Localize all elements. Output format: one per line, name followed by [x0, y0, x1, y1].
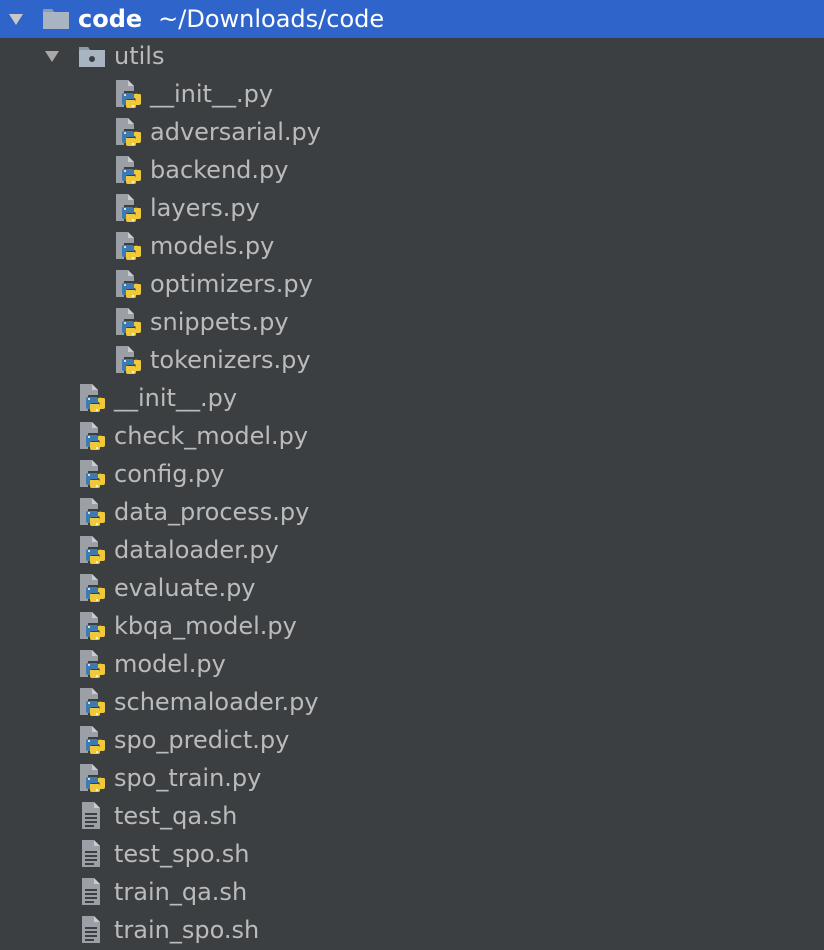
folder-icon: [42, 5, 70, 35]
python-file-icon: [78, 421, 106, 451]
file-name-label: optimizers.py: [150, 270, 313, 298]
tree-row-utils-file-6[interactable]: snippets.py: [0, 303, 824, 341]
chevron-down-icon[interactable]: [42, 46, 62, 66]
file-name-label: schemaloader.py: [114, 688, 319, 716]
python-file-icon: [78, 573, 106, 603]
text-file-icon: [78, 801, 106, 831]
python-file-icon: [114, 155, 142, 185]
python-file-icon: [114, 345, 142, 375]
tree-row-utils-file-4[interactable]: models.py: [0, 227, 824, 265]
python-file-icon: [78, 687, 106, 717]
file-name-label: models.py: [150, 232, 275, 260]
tree-row-utils-file-5[interactable]: optimizers.py: [0, 265, 824, 303]
python-file-icon: [78, 497, 106, 527]
file-name-label: spo_train.py: [114, 764, 262, 792]
tree-row-root[interactable]: code ~/Downloads/code: [0, 0, 824, 38]
python-file-icon: [78, 725, 106, 755]
tree-row-file-5[interactable]: evaluate.py: [0, 569, 824, 607]
tree-row-utils[interactable]: utils: [0, 37, 824, 75]
project-tree: code ~/Downloads/code utils __init__.py ad…: [0, 0, 824, 950]
file-name-label: test_qa.sh: [114, 802, 238, 830]
python-file-icon: [78, 535, 106, 565]
tree-row-file-3[interactable]: data_process.py: [0, 493, 824, 531]
file-name-label: __init__.py: [150, 80, 274, 108]
tree-row-file-11[interactable]: test_qa.sh: [0, 797, 824, 835]
file-name-label: model.py: [114, 650, 226, 678]
file-name-label: train_qa.sh: [114, 878, 248, 906]
chevron-down-icon[interactable]: [6, 9, 26, 29]
tree-row-file-9[interactable]: spo_predict.py: [0, 721, 824, 759]
tree-row-file-7[interactable]: model.py: [0, 645, 824, 683]
file-name-label: snippets.py: [150, 308, 289, 336]
package-folder-icon: [78, 43, 106, 73]
tree-row-file-13[interactable]: train_qa.sh: [0, 873, 824, 911]
text-file-icon: [78, 839, 106, 869]
python-file-icon: [78, 383, 106, 413]
tree-row-file-0[interactable]: __init__.py: [0, 379, 824, 417]
tree-row-file-4[interactable]: dataloader.py: [0, 531, 824, 569]
file-name-label: __init__.py: [114, 384, 238, 412]
python-file-icon: [114, 193, 142, 223]
tree-row-file-6[interactable]: kbqa_model.py: [0, 607, 824, 645]
root-folder-name: code: [78, 5, 143, 33]
file-name-label: tokenizers.py: [150, 346, 311, 374]
python-file-icon: [78, 611, 106, 641]
text-file-icon: [78, 877, 106, 907]
root-folder-label: code ~/Downloads/code: [78, 0, 384, 38]
python-file-icon: [78, 763, 106, 793]
file-name-label: adversarial.py: [150, 118, 321, 146]
tree-row-file-10[interactable]: spo_train.py: [0, 759, 824, 797]
file-name-label: layers.py: [150, 194, 260, 222]
file-name-label: config.py: [114, 460, 225, 488]
python-file-icon: [114, 231, 142, 261]
python-file-icon: [114, 79, 142, 109]
tree-row-utils-file-0[interactable]: __init__.py: [0, 75, 824, 113]
tree-row-file-2[interactable]: config.py: [0, 455, 824, 493]
tree-row-utils-file-1[interactable]: adversarial.py: [0, 113, 824, 151]
file-name-label: test_spo.sh: [114, 840, 250, 868]
file-name-label: train_spo.sh: [114, 916, 260, 944]
file-name-label: backend.py: [150, 156, 289, 184]
file-name-label: evaluate.py: [114, 574, 256, 602]
python-file-icon: [114, 269, 142, 299]
tree-row-utils-file-3[interactable]: layers.py: [0, 189, 824, 227]
utils-folder-label: utils: [114, 42, 165, 70]
python-file-icon: [78, 459, 106, 489]
tree-row-file-1[interactable]: check_model.py: [0, 417, 824, 455]
tree-row-utils-file-2[interactable]: backend.py: [0, 151, 824, 189]
file-name-label: dataloader.py: [114, 536, 279, 564]
file-name-label: spo_predict.py: [114, 726, 290, 754]
text-file-icon: [78, 915, 106, 945]
tree-row-file-12[interactable]: test_spo.sh: [0, 835, 824, 873]
python-file-icon: [114, 307, 142, 337]
tree-row-utils-file-7[interactable]: tokenizers.py: [0, 341, 824, 379]
file-name-label: data_process.py: [114, 498, 310, 526]
file-name-label: check_model.py: [114, 422, 309, 450]
python-file-icon: [114, 117, 142, 147]
root-folder-path: ~/Downloads/code: [158, 5, 385, 33]
tree-row-file-8[interactable]: schemaloader.py: [0, 683, 824, 721]
python-file-icon: [78, 649, 106, 679]
file-name-label: kbqa_model.py: [114, 612, 297, 640]
tree-row-file-14[interactable]: train_spo.sh: [0, 911, 824, 949]
